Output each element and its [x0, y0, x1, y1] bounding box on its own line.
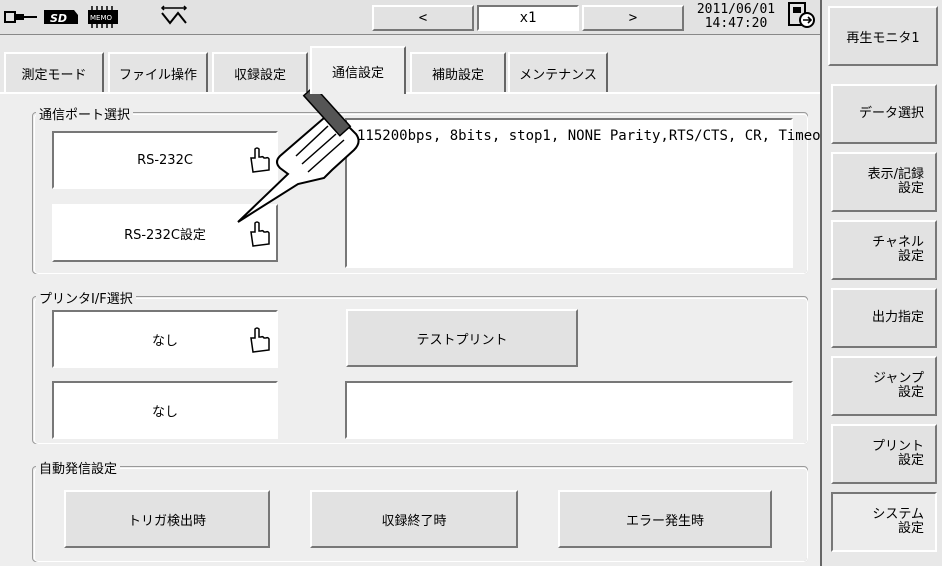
sidebar-item-label: ジャンプ 設定 — [873, 371, 924, 400]
test-print-label: テストプリント — [416, 332, 508, 348]
error-occurrence-button[interactable]: エラー発生時 — [558, 490, 772, 548]
zoom-display: x1 — [477, 5, 579, 31]
time-text: 14:47:20 — [704, 16, 768, 31]
datetime-display: 2011/06/01 14:47:20 — [690, 3, 782, 31]
tab-maintenance[interactable]: メンテナンス — [508, 52, 608, 92]
playback-monitor-label: 再生モニタ1 — [846, 30, 920, 46]
tab-comm-settings[interactable]: 通信設定 — [310, 46, 406, 94]
sidebar-item-label: データ選択 — [858, 106, 924, 121]
trigger-detect-button[interactable]: トリガ検出時 — [64, 490, 270, 548]
sidebar-item-jump[interactable]: ジャンプ 設定 — [831, 356, 937, 416]
tab-file-ops[interactable]: ファイル操作 — [108, 52, 208, 92]
comm-port-value: RS-232C — [137, 152, 193, 168]
hand-cursor-overlay-icon — [237, 85, 360, 223]
trigger-detect-label: トリガ検出時 — [127, 513, 206, 529]
comm-settings-info-box: 115200bps, 8bits, stop1, NONE Parity, RT… — [345, 118, 863, 268]
record-end-label: 収録終了時 — [381, 513, 447, 529]
svg-text:MEMO: MEMO — [90, 14, 113, 22]
rs232c-settings-label: RS-232C設定 — [124, 227, 206, 243]
comm-info-line-1: 115200bps, 8bits, stop1, NONE Parity, — [357, 128, 669, 144]
svg-text:SD: SD — [50, 12, 67, 25]
sd-card-icon: SD — [42, 6, 80, 28]
waveform-icon — [160, 5, 188, 28]
playback-monitor-button[interactable]: 再生モニタ1 — [828, 6, 938, 66]
printer-select-value: なし — [151, 333, 178, 349]
tab-measure-mode[interactable]: 測定モード — [4, 52, 104, 92]
error-occurrence-label: エラー発生時 — [625, 513, 704, 529]
prev-button[interactable]: < — [372, 5, 474, 31]
printer-secondary-field: なし — [52, 381, 278, 439]
sidebar-item-channel[interactable]: チャネル 設定 — [831, 220, 937, 280]
printer-info-box — [345, 381, 793, 439]
sidebar-item-label: プリント 設定 — [871, 439, 924, 468]
sidebar-item-data-select[interactable]: データ選択 — [831, 84, 937, 144]
sidebar-item-label: 表示/記録 設定 — [867, 167, 924, 196]
printer-group-label: プリンタI/F選択 — [36, 288, 136, 307]
record-end-button[interactable]: 収録終了時 — [310, 490, 518, 548]
memory-icon: MEMO — [86, 6, 120, 28]
date-text: 2011/06/01 — [696, 2, 776, 17]
top-status-bar: SD MEMO < x1 > 2011/06/01 14:47:20 — [0, 0, 820, 35]
comm-port-group-label: 通信ポート選択 — [36, 104, 134, 123]
usb-exit-icon[interactable] — [786, 2, 816, 28]
printer-select[interactable]: なし — [52, 310, 278, 368]
tab-aux-settings[interactable]: 補助設定 — [410, 52, 506, 92]
plug-icon — [4, 6, 38, 28]
pointing-hand-icon — [250, 327, 270, 353]
test-print-button[interactable]: テストプリント — [346, 309, 578, 367]
sidebar-item-display-record[interactable]: 表示/記録 設定 — [831, 152, 937, 212]
sidebar-item-system[interactable]: システム 設定 — [831, 492, 937, 552]
sidebar-item-output[interactable]: 出力指定 — [831, 288, 937, 348]
auto-send-group-label: 自動発信設定 — [36, 458, 121, 477]
sidebar-item-label: 出力指定 — [871, 310, 924, 325]
next-button[interactable]: > — [582, 5, 684, 31]
sidebar-item-label: チャネル 設定 — [872, 235, 924, 264]
printer-secondary-value: なし — [151, 404, 178, 420]
sidebar-item-print[interactable]: プリント 設定 — [831, 424, 937, 484]
sidebar-item-label: システム 設定 — [872, 507, 924, 536]
